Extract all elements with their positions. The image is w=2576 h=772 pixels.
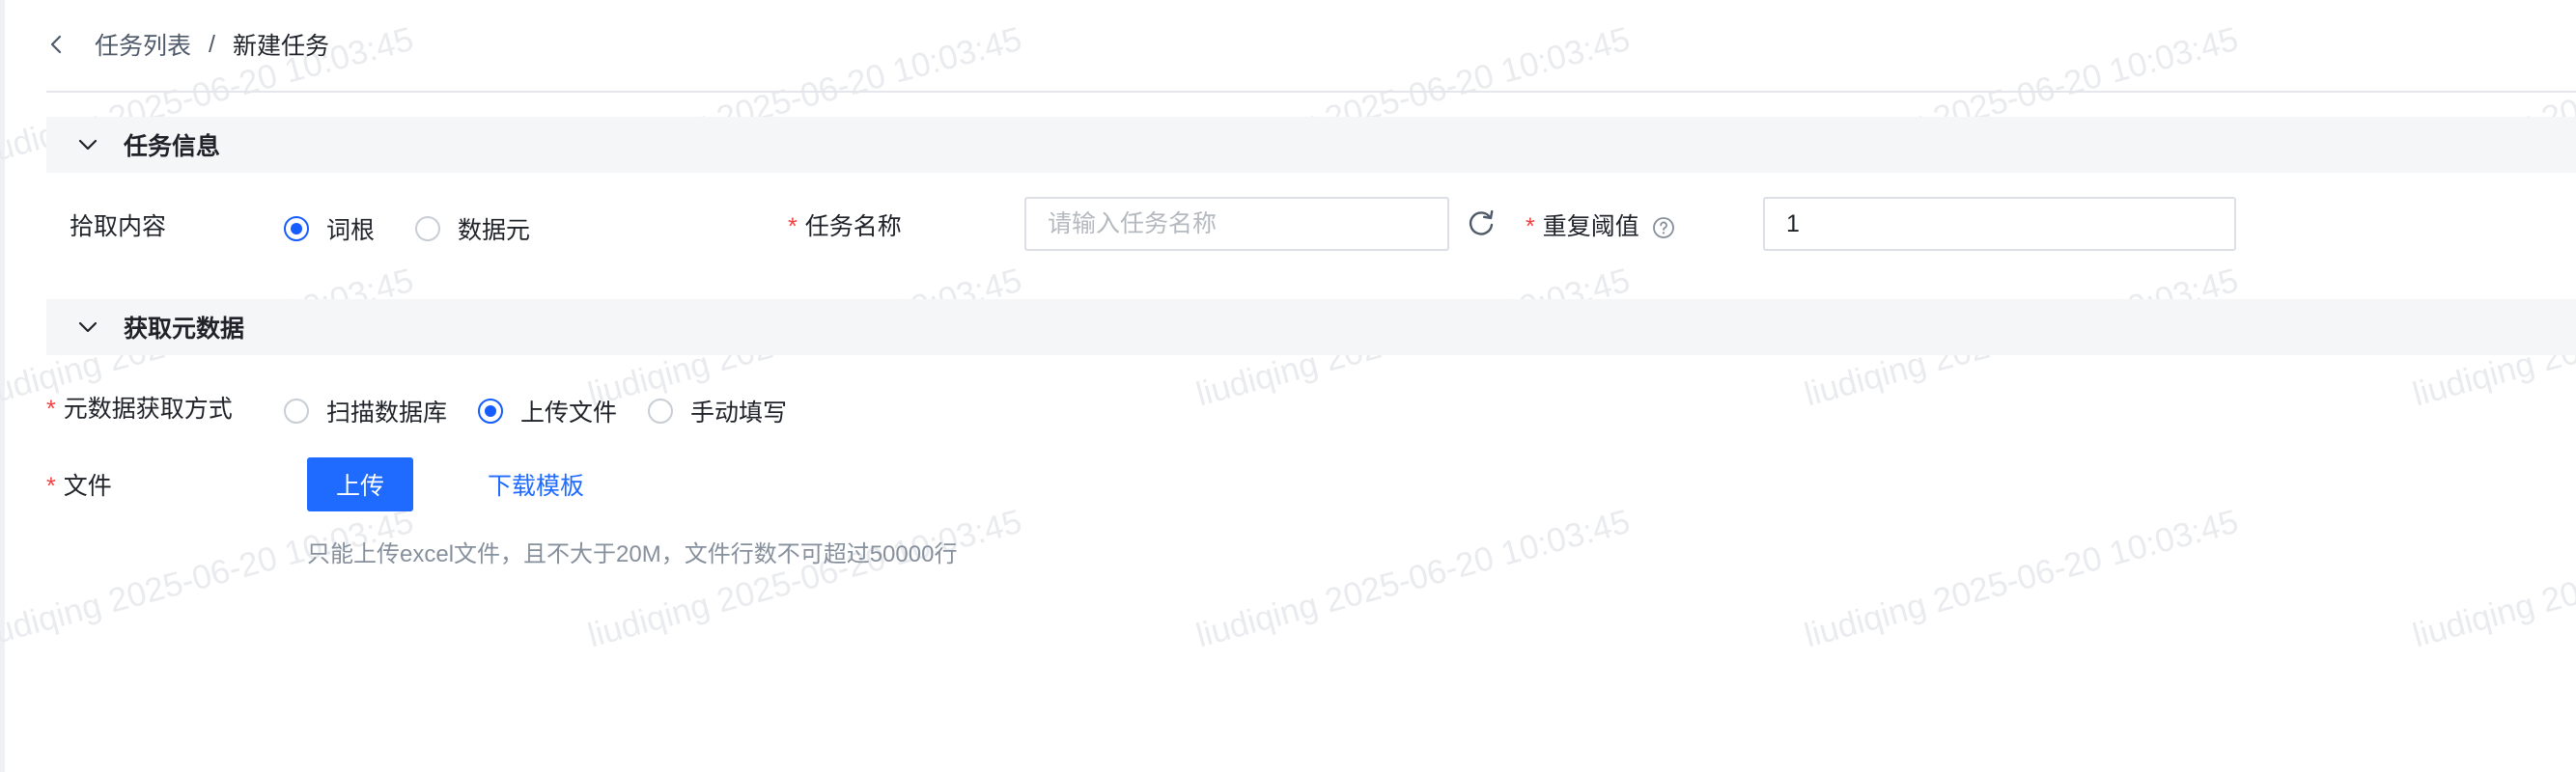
chevron-left-icon[interactable] xyxy=(46,34,68,55)
radio-circle[interactable] xyxy=(478,399,504,424)
radio-data-element-label: 数据元 xyxy=(458,217,531,244)
task-name-label-text: 任务名称 xyxy=(804,213,902,240)
breadcrumb: 任务列表 / 新建任务 xyxy=(46,25,329,64)
refresh-icon[interactable] xyxy=(1466,208,1497,239)
required-mark: * xyxy=(46,396,56,423)
breadcrumb-separator: / xyxy=(209,30,215,58)
chevron-down-icon[interactable] xyxy=(77,134,98,155)
question-circle-icon[interactable] xyxy=(1652,216,1675,239)
radio-word-root[interactable]: 词根 xyxy=(284,211,375,246)
radio-circle[interactable] xyxy=(284,216,309,241)
download-template-link[interactable]: 下载模板 xyxy=(488,467,584,502)
extract-content-radio-group: 词根 数据元 xyxy=(284,211,530,246)
section-task-info-header[interactable]: 任务信息 xyxy=(46,117,2576,173)
breadcrumb-current: 新建任务 xyxy=(232,33,329,60)
required-mark: * xyxy=(1526,213,1535,240)
breadcrumb-task-list[interactable]: 任务列表 xyxy=(95,27,191,62)
repeat-threshold-label: * 重复阈值 xyxy=(1526,207,1675,242)
header-divider xyxy=(46,91,2576,93)
radio-manual-entry-label: 手动填写 xyxy=(690,400,788,427)
repeat-threshold-label-text: 重复阈值 xyxy=(1542,213,1639,240)
file-label-text: 文件 xyxy=(63,473,112,500)
radio-data-element[interactable]: 数据元 xyxy=(415,211,530,246)
section-metadata-header[interactable]: 获取元数据 xyxy=(46,299,2576,355)
radio-scan-database-label: 扫描数据库 xyxy=(326,400,448,427)
radio-circle[interactable] xyxy=(284,399,309,424)
extract-content-label: 拾取内容 xyxy=(70,213,167,240)
upload-button[interactable]: 上传 xyxy=(307,457,414,511)
radio-scan-database[interactable]: 扫描数据库 xyxy=(284,394,447,428)
upload-hint: 只能上传excel文件，且不大于20M，文件行数不可超过50000行 xyxy=(307,541,958,567)
radio-manual-entry[interactable]: 手动填写 xyxy=(648,394,787,428)
radio-word-root-label: 词根 xyxy=(326,217,376,244)
metadata-method-radio-group: 扫描数据库 上传文件 手动填写 xyxy=(284,394,787,428)
radio-circle[interactable] xyxy=(415,216,441,241)
radio-upload-file-label: 上传文件 xyxy=(520,400,618,427)
repeat-threshold-input[interactable] xyxy=(1763,197,2236,251)
required-mark: * xyxy=(46,473,56,500)
chevron-down-icon[interactable] xyxy=(77,317,98,338)
task-name-label: * 任务名称 xyxy=(788,207,902,242)
required-mark: * xyxy=(788,213,798,240)
radio-upload-file[interactable]: 上传文件 xyxy=(478,394,617,428)
metadata-method-label-text: 元数据获取方式 xyxy=(63,396,233,423)
metadata-method-label: * 元数据获取方式 xyxy=(46,390,233,425)
section-task-info-title: 任务信息 xyxy=(124,133,221,160)
task-name-input[interactable] xyxy=(1024,197,1449,251)
section-metadata-title: 获取元数据 xyxy=(124,316,245,343)
radio-circle[interactable] xyxy=(648,399,674,424)
file-label: * 文件 xyxy=(46,467,112,502)
